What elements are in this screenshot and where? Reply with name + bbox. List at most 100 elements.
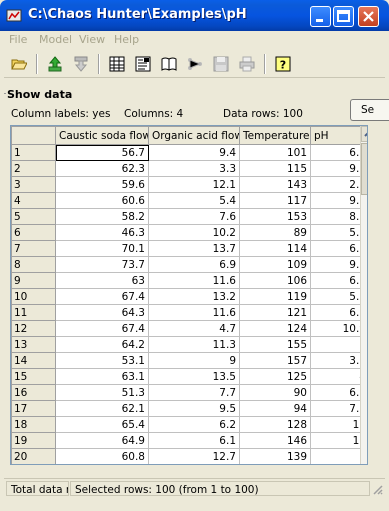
table-cell[interactable]: 146 (239, 432, 311, 449)
table-row[interactable]: 7 70.1 13.7 114 6.5 (11, 240, 367, 257)
data-grid[interactable]: Caustic soda flow Organic acid flow Temp… (10, 125, 368, 465)
resize-grip-icon[interactable] (371, 483, 383, 495)
table-cell[interactable]: 89 (239, 224, 311, 241)
table-cell[interactable]: 64.2 (55, 336, 149, 353)
menu-model[interactable]: Model (39, 33, 72, 46)
table-cell[interactable]: 63.1 (55, 368, 149, 385)
table-cell[interactable]: 63 (55, 272, 149, 289)
row-number-cell[interactable]: 18 (11, 416, 56, 433)
table-row[interactable]: 1865.46.212811 (11, 416, 367, 433)
table-cell[interactable]: 101 (239, 144, 311, 161)
menu-help[interactable]: Help (114, 33, 139, 46)
app-icon[interactable] (6, 7, 22, 23)
table-row[interactable]: 1 56.7 9.4 101 6.2 (11, 144, 367, 161)
table-row[interactable]: 12 67.4 4.7 124 10.9 (11, 320, 367, 337)
table-row[interactable]: 2 62.3 3.3 115 9.8 (11, 160, 367, 177)
table-cell[interactable]: 117 (239, 192, 311, 209)
table-cell[interactable]: 12.1 (148, 176, 240, 193)
table-cell[interactable]: 13.5 (148, 368, 240, 385)
table-cell[interactable]: 115 (239, 160, 311, 177)
title-bar[interactable]: C:\Chaos Hunter\Examples\pH (0, 0, 389, 31)
row-number-cell[interactable]: 11 (11, 304, 56, 321)
table-row[interactable]: 1964.96.114612 (11, 432, 367, 449)
row-number-cell[interactable]: 10 (11, 288, 56, 305)
book-button[interactable] (158, 53, 180, 75)
row-number-cell[interactable]: 7 (11, 240, 56, 257)
table-cell[interactable]: 12.7 (148, 448, 240, 464)
column-header[interactable]: Temperature (239, 126, 311, 145)
row-number-cell[interactable]: 1 (11, 144, 56, 161)
help-button[interactable]: ? (272, 53, 294, 75)
table-cell[interactable]: 11.6 (148, 304, 240, 321)
table-cell[interactable]: 6.1 (148, 432, 240, 449)
table-cell[interactable]: 11.3 (148, 336, 240, 353)
row-number-cell[interactable]: 2 (11, 160, 56, 177)
table-cell[interactable]: 128 (239, 416, 311, 433)
row-number-cell[interactable]: 6 (11, 224, 56, 241)
table-cell[interactable]: 3.3 (148, 160, 240, 177)
table-cell[interactable]: 114 (239, 240, 311, 257)
table-cell[interactable]: 10.2 (148, 224, 240, 241)
table-cell[interactable]: 143 (239, 176, 311, 193)
table-row[interactable]: 17 62.1 9.5 94 7.1 (11, 400, 367, 417)
row-number-cell[interactable]: 14 (11, 352, 56, 369)
table-cell[interactable]: 7.7 (148, 384, 240, 401)
column-header[interactable]: Organic acid flow (148, 126, 240, 145)
table-cell[interactable]: 109 (239, 256, 311, 273)
table-cell[interactable]: 155 (239, 336, 311, 353)
table-cell[interactable]: 9.5 (148, 400, 240, 417)
table-cell[interactable]: 5.4 (148, 192, 240, 209)
row-number-cell[interactable]: 3 (11, 176, 56, 193)
row-number-cell[interactable]: 15 (11, 368, 56, 385)
table-row[interactable]: 6 46.3 10.2 89 5.8 (11, 224, 367, 241)
upload-data-button[interactable] (44, 53, 66, 75)
menu-view[interactable]: View (79, 33, 105, 46)
table-row[interactable]: 16 51.3 7.7 90 6.3 (11, 384, 367, 401)
table-row[interactable]: 1563.113.51254 (11, 368, 367, 385)
table-cell[interactable]: 67.4 (55, 288, 149, 305)
table-row[interactable]: 8 73.7 6.9 109 9.2 (11, 256, 367, 273)
table-row[interactable]: 9 63 11.6 106 6.2 (11, 272, 367, 289)
table-cell[interactable]: 59.6 (55, 176, 149, 193)
row-number-cell[interactable]: 17 (11, 400, 56, 417)
table-cell[interactable]: 94 (239, 400, 311, 417)
row-number-cell[interactable]: 5 (11, 208, 56, 225)
table-cell[interactable]: 64.9 (55, 432, 149, 449)
table-cell[interactable]: 53.1 (55, 352, 149, 369)
report-button[interactable] (132, 53, 154, 75)
table-cell[interactable]: 60.6 (55, 192, 149, 209)
column-header[interactable]: Caustic soda flow (55, 126, 149, 145)
table-cell[interactable]: 6.9 (148, 256, 240, 273)
table-row[interactable]: 11 64.3 11.6 121 6.1 (11, 304, 367, 321)
table-row[interactable]: 4 60.6 5.4 117 9.5 (11, 192, 367, 209)
scrollbar-thumb[interactable] (361, 143, 367, 195)
table-cell[interactable]: 67.4 (55, 320, 149, 337)
table-cell[interactable]: 7.6 (148, 208, 240, 225)
table-row[interactable]: 10 67.4 13.2 119 5.8 (11, 288, 367, 305)
table-row[interactable]: 5 58.2 7.6 153 8.1 (11, 208, 367, 225)
table-cell[interactable]: 62.1 (55, 400, 149, 417)
table-view-button[interactable] (106, 53, 128, 75)
table-cell[interactable]: 157 (239, 352, 311, 369)
table-cell[interactable]: 51.3 (55, 384, 149, 401)
table-cell[interactable]: 90 (239, 384, 311, 401)
table-cell[interactable]: 60.8 (55, 448, 149, 464)
row-number-cell[interactable]: 9 (11, 272, 56, 289)
maximize-button[interactable] (333, 6, 354, 27)
row-number-cell[interactable]: 19 (11, 432, 56, 449)
table-cell[interactable]: 139 (239, 448, 311, 464)
table-cell[interactable]: 64.3 (55, 304, 149, 321)
table-cell[interactable]: 121 (239, 304, 311, 321)
table-cell[interactable]: 125 (239, 368, 311, 385)
select-button[interactable]: Se (350, 99, 389, 121)
close-button[interactable] (358, 6, 379, 27)
table-cell[interactable]: 119 (239, 288, 311, 305)
print-button[interactable] (236, 53, 258, 75)
table-cell[interactable]: 58.2 (55, 208, 149, 225)
table-cell[interactable]: 6.2 (148, 416, 240, 433)
table-cell[interactable]: 56.7 (55, 144, 149, 161)
table-cell[interactable]: 9 (148, 352, 240, 369)
table-row[interactable]: 3 59.6 12.1 143 2.9 (11, 176, 367, 193)
table-cell[interactable]: 46.3 (55, 224, 149, 241)
row-number-cell[interactable]: 13 (11, 336, 56, 353)
